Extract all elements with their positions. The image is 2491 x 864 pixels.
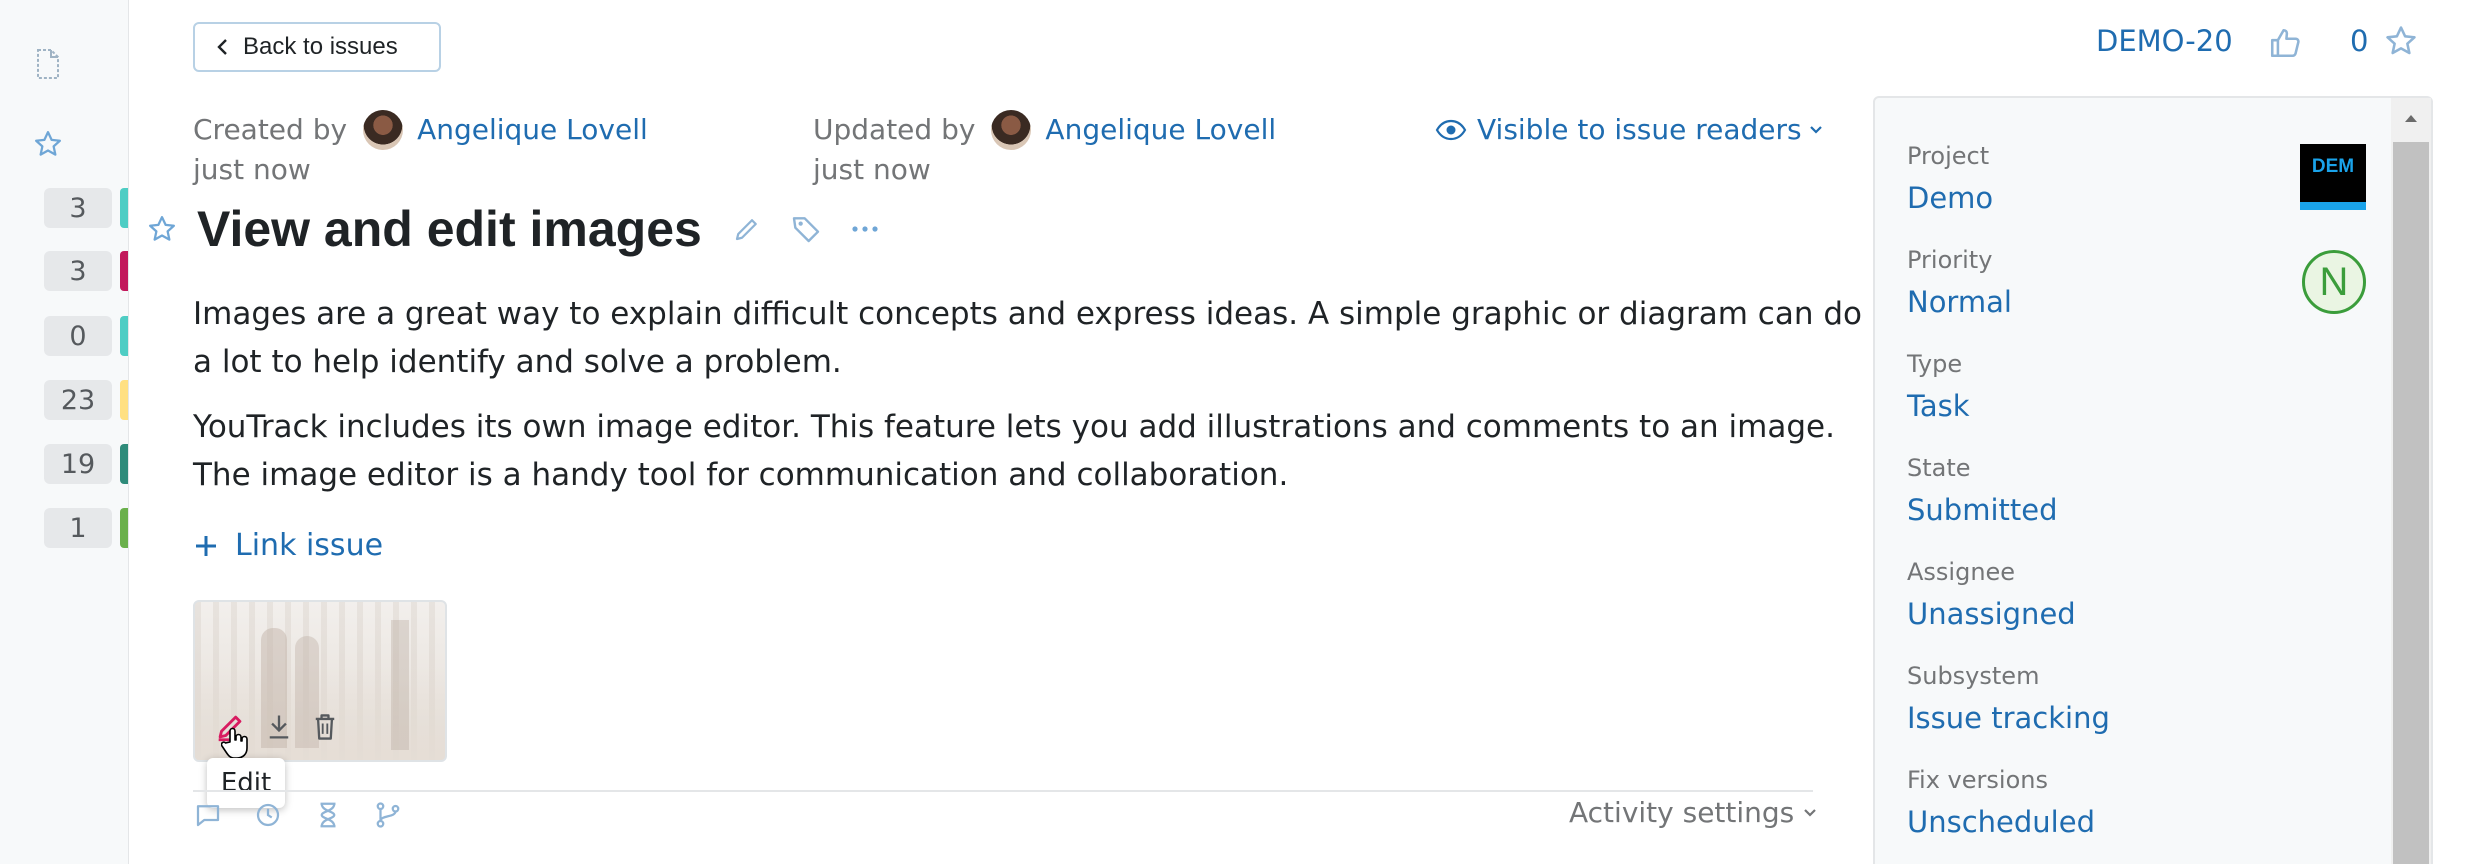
field-fix-versions: Fix versions Unscheduled (1907, 764, 2095, 842)
chevron-down-icon (1804, 808, 1817, 817)
updated-label: Updated by (813, 113, 976, 146)
created-info: Created by Angelique Lovell just now (193, 110, 648, 190)
counter-color-bar (120, 251, 128, 291)
counter-color-bar (120, 316, 128, 356)
field-assignee: Assignee Unassigned (1907, 556, 2076, 634)
thumbnail-tower (391, 620, 409, 750)
chevron-down-icon (1809, 126, 1822, 134)
activity-settings-dropdown[interactable]: Activity settings (1569, 796, 1818, 829)
project-value[interactable]: Demo (1907, 178, 1993, 218)
field-priority: Priority Normal (1907, 244, 2012, 322)
issue-title: View and edit images (197, 201, 702, 257)
description-paragraph: YouTrack includes its own image editor. … (193, 409, 1835, 493)
field-label: Type (1907, 350, 1963, 378)
tag-icon[interactable] (790, 213, 822, 245)
sidebar-counter[interactable]: 3 (44, 251, 128, 291)
counter-value: 0 (44, 316, 112, 356)
activity-divider (193, 790, 1813, 792)
sidebar-counter[interactable]: 19 (44, 444, 128, 484)
field-label: Fix versions (1907, 766, 2048, 794)
star-icon[interactable] (147, 214, 177, 244)
back-to-issues-button[interactable]: Back to issues (193, 22, 441, 72)
hourglass-icon[interactable] (313, 800, 343, 830)
more-options-icon[interactable] (850, 224, 880, 234)
title-row: View and edit images (147, 200, 908, 258)
subsystem-value[interactable]: Issue tracking (1907, 698, 2110, 738)
scrollbar-thumb[interactable] (2393, 142, 2429, 864)
sidebar-counter[interactable]: 3 (44, 188, 128, 228)
field-label: Assignee (1907, 558, 2016, 586)
panel-scrollbar[interactable] (2391, 98, 2431, 864)
field-subsystem: Subsystem Issue tracking (1907, 660, 2110, 738)
priority-badge: N (2302, 250, 2366, 314)
created-label: Created by (193, 113, 348, 146)
link-issue-label: Link issue (235, 528, 384, 563)
counter-color-bar (120, 508, 128, 548)
sidebar-counter[interactable]: 0 (44, 316, 128, 356)
left-sidebar: 3 3 0 23 19 1 (0, 0, 129, 864)
pencil-icon[interactable] (732, 214, 762, 244)
visibility-label: Visible to issue readers (1477, 113, 1802, 146)
created-time: just now (193, 153, 311, 186)
field-label: Subsystem (1907, 662, 2040, 690)
activity-settings-label: Activity settings (1569, 796, 1795, 829)
field-label: State (1907, 454, 1971, 482)
chevron-left-icon (217, 39, 227, 55)
created-user-link[interactable]: Angelique Lovell (417, 110, 648, 150)
vote-count: 0 (2350, 24, 2369, 58)
counter-color-bar (120, 380, 128, 420)
fix-versions-value[interactable]: Unscheduled (1907, 802, 2095, 842)
activity-tabs (193, 800, 403, 830)
trash-icon[interactable] (311, 712, 339, 742)
project-logo: DEM (2300, 144, 2366, 210)
eye-icon (1435, 119, 1467, 141)
counter-color-bar (120, 444, 128, 484)
type-value[interactable]: Task (1907, 386, 1970, 426)
counter-value: 19 (44, 444, 112, 484)
download-icon[interactable] (265, 712, 293, 742)
field-type: Type Task (1907, 348, 1970, 426)
state-value[interactable]: Submitted (1907, 490, 2058, 530)
counter-color-bar (120, 188, 128, 228)
plus-icon (196, 535, 216, 556)
visibility-dropdown[interactable]: Visible to issue readers (1435, 110, 1834, 150)
description-paragraph: Images are a great way to explain diffic… (193, 296, 1862, 380)
counter-value: 23 (44, 380, 112, 420)
branch-icon[interactable] (373, 800, 403, 830)
avatar (991, 110, 1032, 150)
scroll-up-arrow-icon[interactable] (2391, 98, 2431, 138)
counter-value: 1 (44, 508, 112, 548)
avatar (363, 110, 404, 150)
issue-id-link[interactable]: DEMO-20 (2096, 24, 2233, 58)
back-label: Back to issues (243, 33, 398, 60)
updated-info: Updated by Angelique Lovell just now (813, 110, 1276, 190)
sidebar-counter[interactable]: 23 (44, 380, 128, 420)
priority-value[interactable]: Normal (1907, 282, 2012, 322)
assignee-value[interactable]: Unassigned (1907, 594, 2076, 634)
issue-main: Back to issues Created by Angelique Love… (129, 0, 1869, 864)
star-icon[interactable] (2384, 24, 2418, 62)
counter-value: 3 (44, 251, 112, 291)
counter-value: 3 (44, 188, 112, 228)
issue-fields-panel: Project Demo Priority Normal Type Task S… (1873, 96, 2433, 864)
history-icon[interactable] (253, 800, 283, 830)
thumbs-up-icon[interactable] (2268, 26, 2302, 64)
comment-icon[interactable] (193, 800, 223, 830)
field-state: State Submitted (1907, 452, 2058, 530)
star-icon[interactable] (32, 128, 64, 160)
sidebar-counter[interactable]: 1 (44, 508, 128, 548)
field-label: Priority (1907, 246, 1993, 274)
field-project: Project Demo (1907, 140, 1993, 218)
field-label: Project (1907, 142, 1990, 170)
document-icon[interactable] (32, 48, 64, 80)
updated-time: just now (813, 153, 931, 186)
updated-user-link[interactable]: Angelique Lovell (1045, 110, 1276, 150)
link-issue-button[interactable]: Link issue (193, 528, 383, 563)
